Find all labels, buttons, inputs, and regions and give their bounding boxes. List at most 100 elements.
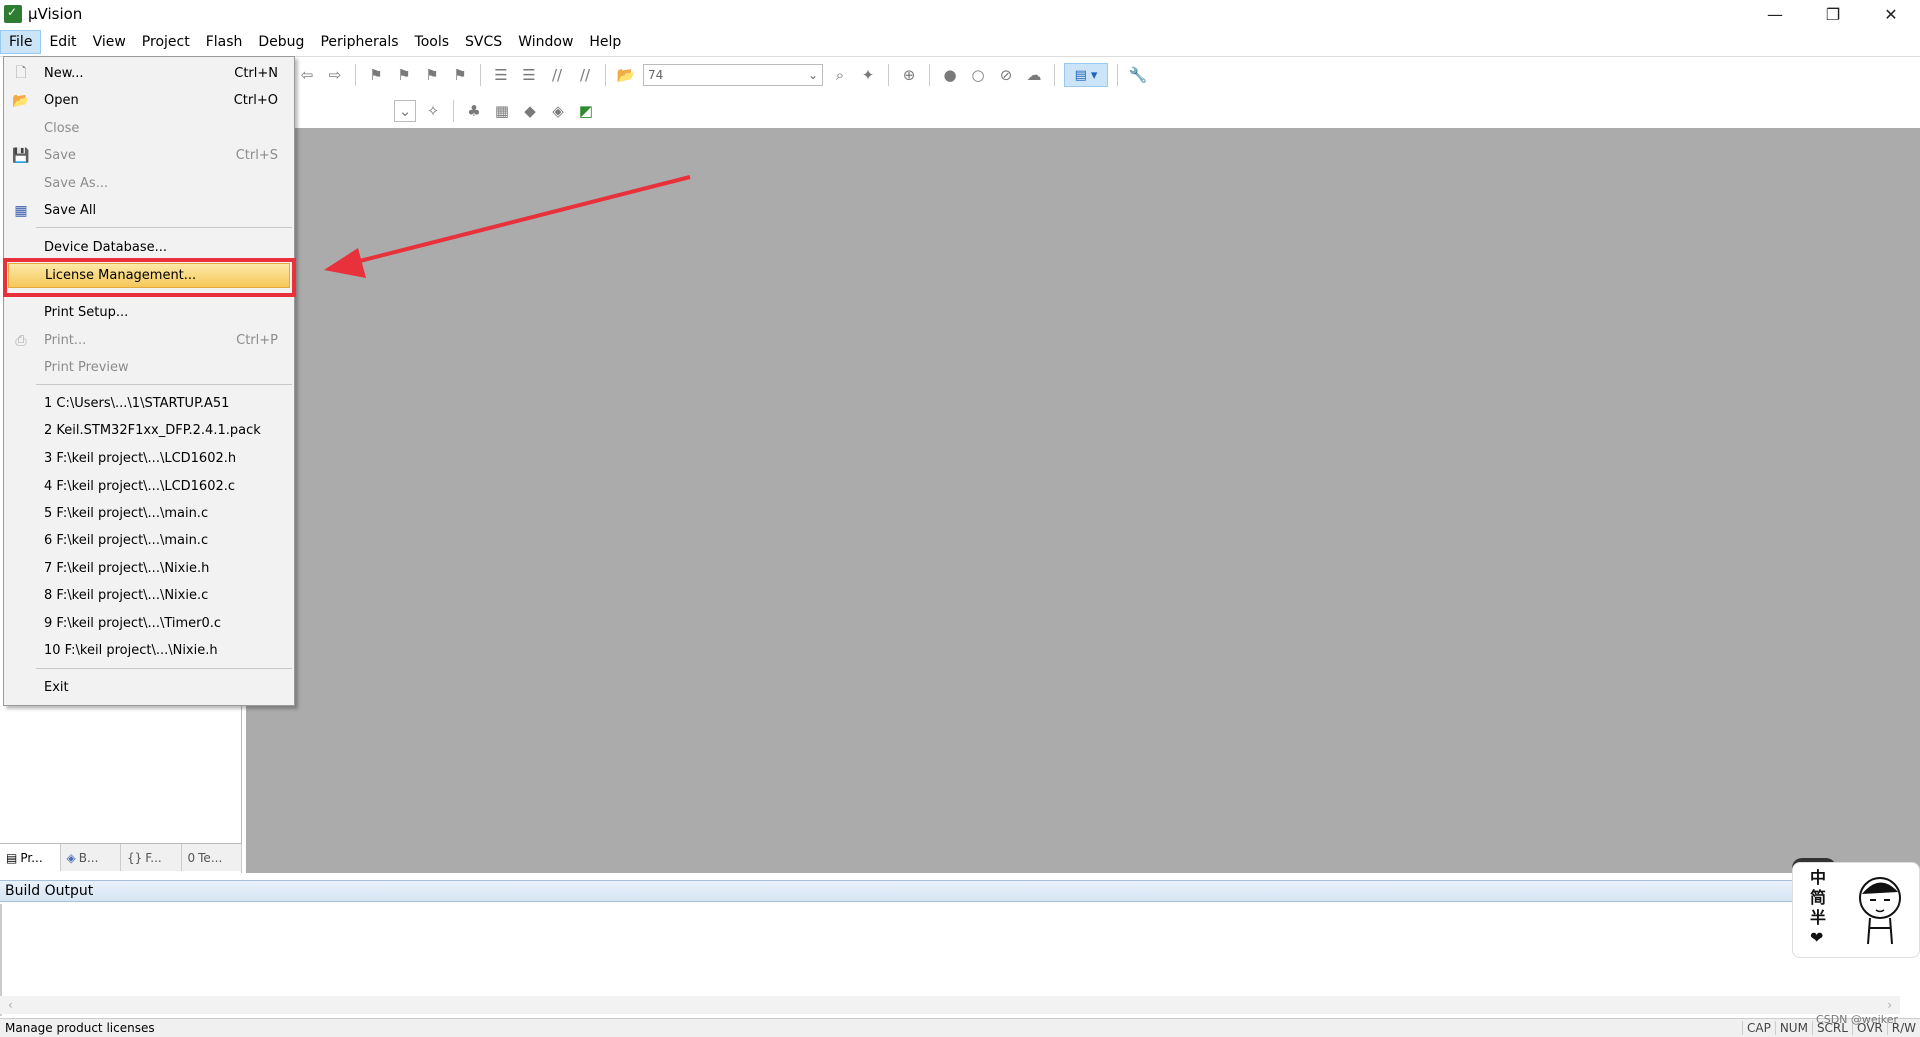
- menu-debug[interactable]: Debug: [250, 30, 312, 54]
- find-in-files-icon[interactable]: 📂: [615, 64, 637, 86]
- debug-session-icon[interactable]: ⊕: [898, 64, 920, 86]
- scroll-right-icon[interactable]: ›: [1887, 996, 1892, 1014]
- menu-item-close: Close: [4, 116, 294, 141]
- menu-item-label: Exit: [44, 680, 69, 695]
- window-controls: — ❐ ✕: [1746, 0, 1920, 28]
- find-combo[interactable]: 74 ⌄: [643, 64, 823, 86]
- menu-peripherals[interactable]: Peripherals: [312, 30, 406, 54]
- toolbar-separator: [888, 64, 889, 86]
- file-extensions-icon[interactable]: ♣: [463, 100, 485, 122]
- toolbar-separator: [1117, 64, 1118, 86]
- menu-separator: [36, 668, 292, 669]
- menu-item-label: Print Setup...: [44, 305, 129, 320]
- menu-file[interactable]: File: [0, 30, 42, 54]
- save-all-icon: ▦: [14, 202, 28, 219]
- menu-item-shortcut: Ctrl+P: [236, 333, 278, 348]
- pack-installer-icon[interactable]: ◈: [547, 100, 569, 122]
- status-num: NUM: [1774, 1021, 1812, 1035]
- options-for-target-icon[interactable]: ✧: [422, 100, 444, 122]
- toolbar-separator: [1054, 64, 1055, 86]
- tab-templates[interactable]: 0 Te...: [182, 844, 242, 871]
- open-folder-icon: 📂: [12, 92, 30, 109]
- file-menu-dropdown: 🗋 New... Ctrl+N 📂 Open Ctrl+O Close 💾 Sa…: [3, 56, 295, 706]
- menu-item-device-database[interactable]: Device Database...: [4, 235, 294, 260]
- menu-item-label: 8 F:\keil project\...\Nixie.c: [44, 588, 209, 603]
- watermark: CSDN @weiker: [1816, 1013, 1898, 1026]
- close-button[interactable]: ✕: [1862, 0, 1920, 28]
- menu-help[interactable]: Help: [581, 30, 629, 54]
- manage-components-icon[interactable]: ▦: [491, 100, 513, 122]
- bookmark-clear-icon[interactable]: ⚑: [449, 64, 471, 86]
- menu-bar: File Edit View Project Flash Debug Perip…: [0, 30, 1920, 54]
- run-time-environment-icon[interactable]: ◩: [575, 100, 597, 122]
- select-packs-icon[interactable]: ◆: [519, 100, 541, 122]
- menu-item-new[interactable]: 🗋 New... Ctrl+N: [4, 61, 294, 86]
- editor-area[interactable]: [246, 128, 1920, 873]
- title-bar: µVision — ❐ ✕: [0, 0, 1920, 28]
- menu-svcs[interactable]: SVCS: [457, 30, 510, 54]
- window-title: µVision: [28, 5, 83, 23]
- breakpoint-enable-icon[interactable]: ○: [967, 64, 989, 86]
- menu-item-recent-10[interactable]: 10 F:\keil project\...\Nixie.h: [4, 638, 294, 663]
- templates-icon: 0: [187, 850, 196, 865]
- build-output-scrollbar[interactable]: ‹ ›: [0, 996, 1900, 1014]
- breakpoint-disable-all-icon[interactable]: ⊘: [995, 64, 1017, 86]
- menu-item-label: Save All: [44, 203, 97, 218]
- find-icon[interactable]: ⌕: [829, 64, 851, 86]
- menu-item-label: Close: [44, 121, 80, 136]
- tab-project[interactable]: ▤ Pr...: [0, 844, 61, 871]
- menu-flash[interactable]: Flash: [198, 30, 251, 54]
- menu-project[interactable]: Project: [134, 30, 198, 54]
- bookmark-next-icon[interactable]: ⚑: [421, 64, 443, 86]
- navigate-back-icon[interactable]: ⇦: [296, 64, 318, 86]
- menu-item-recent-2[interactable]: 2 Keil.STM32F1xx_DFP.2.4.1.pack: [4, 418, 294, 443]
- menu-item-recent-4[interactable]: 4 F:\keil project\...\LCD1602.c: [4, 474, 294, 499]
- tab-books-label: B...: [78, 850, 99, 865]
- menu-item-label: Device Database...: [44, 240, 168, 255]
- bookmark-icon[interactable]: ⚑: [365, 64, 387, 86]
- scroll-left-icon[interactable]: ‹: [8, 996, 13, 1014]
- comment-icon[interactable]: //: [546, 64, 568, 86]
- project-panel-tabs: ▤ Pr... ◈ B... {} F... 0 Te...: [0, 843, 242, 871]
- menu-window[interactable]: Window: [510, 30, 581, 54]
- menu-item-print-setup[interactable]: Print Setup...: [4, 300, 294, 325]
- menu-item-recent-3[interactable]: 3 F:\keil project\...\LCD1602.h: [4, 446, 294, 471]
- window-layout-button[interactable]: ▤ ▾: [1064, 63, 1108, 87]
- tab-project-label: Pr...: [20, 850, 43, 865]
- bookmark-prev-icon[interactable]: ⚑: [393, 64, 415, 86]
- tab-books[interactable]: ◈ B...: [61, 844, 121, 871]
- indent-icon[interactable]: ☰: [490, 64, 512, 86]
- restore-button[interactable]: ❐: [1804, 0, 1862, 28]
- menu-item-label: New...: [44, 66, 84, 81]
- menu-item-recent-5[interactable]: 5 F:\keil project\...\main.c: [4, 501, 294, 526]
- minimize-button[interactable]: —: [1746, 0, 1804, 28]
- menu-item-exit[interactable]: Exit: [4, 675, 294, 700]
- menu-item-shortcut: Ctrl+S: [235, 148, 278, 163]
- menu-item-recent-9[interactable]: 9 F:\keil project\...\Timer0.c: [4, 611, 294, 636]
- menu-item-recent-1[interactable]: 1 C:\Users\...\1\STARTUP.A51: [4, 391, 294, 416]
- configure-wrench-icon[interactable]: 🔧: [1127, 64, 1149, 86]
- menu-edit[interactable]: Edit: [41, 30, 84, 54]
- incremental-find-icon[interactable]: ✦: [857, 64, 879, 86]
- toolbar-separator: [355, 64, 356, 86]
- annotation-highlight-box: [3, 258, 296, 297]
- navigate-forward-icon[interactable]: ⇨: [324, 64, 346, 86]
- menu-tools[interactable]: Tools: [407, 30, 458, 54]
- uncomment-icon[interactable]: //: [574, 64, 596, 86]
- menu-item-save: 💾 Save Ctrl+S: [4, 143, 294, 168]
- breakpoint-kill-all-icon[interactable]: ☁: [1023, 64, 1045, 86]
- menu-item-recent-8[interactable]: 8 F:\keil project\...\Nixie.c: [4, 583, 294, 608]
- unindent-icon[interactable]: ☰: [518, 64, 540, 86]
- menu-item-save-all[interactable]: ▦ Save All: [4, 198, 294, 223]
- menu-item-save-as: Save As...: [4, 171, 294, 196]
- menu-item-print: ⎙ Print... Ctrl+P: [4, 328, 294, 353]
- tab-functions[interactable]: {} F...: [121, 844, 182, 871]
- target-dropdown-icon[interactable]: ⌄: [394, 100, 416, 122]
- breakpoint-insert-icon[interactable]: ●: [939, 64, 961, 86]
- menu-item-open[interactable]: 📂 Open Ctrl+O: [4, 88, 294, 113]
- menu-item-recent-7[interactable]: 7 F:\keil project\...\Nixie.h: [4, 556, 294, 581]
- window-layout-icon: ▤: [1074, 67, 1087, 83]
- menu-view[interactable]: View: [85, 30, 134, 54]
- save-icon: 💾: [12, 147, 30, 164]
- menu-item-recent-6[interactable]: 6 F:\keil project\...\main.c: [4, 528, 294, 553]
